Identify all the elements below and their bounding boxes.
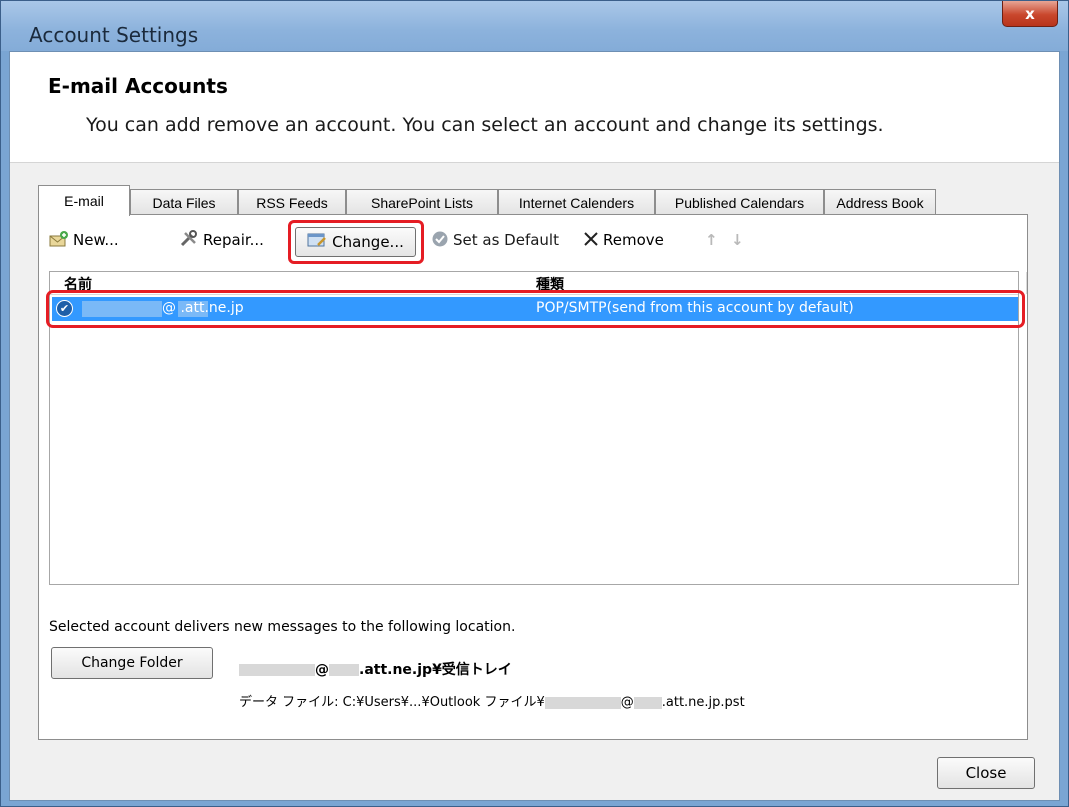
tab-address-book[interactable]: Address Book (824, 189, 936, 215)
delivery-location-label: Selected account delivers new messages t… (49, 619, 516, 635)
account-row[interactable]: ✔ @ .att.ne.jp POP/SMTP(send from this a… (52, 297, 1018, 321)
account-toolbar: New... Repair... Change... Set as Defaul… (39, 215, 1027, 264)
redacted-username (239, 664, 315, 676)
account-list[interactable]: 名前 種類 ✔ @ .att.ne.jp POP/SMTP(send from … (46, 271, 1027, 585)
column-header-name[interactable]: 名前 (64, 274, 92, 294)
default-account-check-icon: ✔ (56, 300, 73, 317)
column-divider (1026, 272, 1027, 294)
change-button-label: Change... (332, 233, 404, 251)
arrow-down-icon: ↓ (731, 231, 744, 249)
redacted-domain (633, 696, 662, 709)
new-button-label: New... (73, 231, 119, 249)
page-description: You can add remove an account. You can s… (86, 114, 884, 136)
tab-published-calendars[interactable]: Published Calendars (655, 189, 824, 215)
set-as-default-label: Set as Default (453, 231, 559, 249)
close-icon: x (1025, 4, 1035, 23)
data-file-path: データ ファイル: C:¥Users¥...¥Outlook ファイル¥ @ .at… (239, 691, 745, 710)
account-type: POP/SMTP(send from this account by defau… (536, 300, 854, 316)
move-down-button[interactable]: ↓ (731, 227, 744, 253)
delivery-folder-path: @ .att.ne.jp¥受信トレイ (239, 659, 512, 679)
column-header-type[interactable]: 種類 (536, 274, 564, 294)
change-folder-button[interactable]: Change Folder (51, 647, 213, 679)
dialog-client-area: E-mail Accounts You can add remove an ac… (9, 51, 1060, 801)
tab-rss-feeds[interactable]: RSS Feeds (238, 189, 346, 215)
set-as-default-button[interactable]: Set as Default (431, 227, 559, 253)
account-name: @ .att.ne.jp (162, 300, 244, 316)
dialog-header: E-mail Accounts You can add remove an ac… (10, 52, 1059, 163)
redacted-username (544, 696, 621, 709)
remove-x-icon (583, 231, 599, 250)
account-settings-window: Account Settings x E-mail Accounts You c… (0, 0, 1069, 807)
repair-button[interactable]: Repair... (179, 227, 264, 253)
data-file-prefix: データ ファイル: C:¥Users¥...¥Outlook ファイル¥ (239, 695, 545, 710)
tab-email[interactable]: E-mail (38, 185, 130, 216)
redacted-username (82, 301, 162, 317)
change-button[interactable]: Change... (295, 227, 416, 257)
title-bar[interactable]: Account Settings x (1, 1, 1068, 51)
arrow-up-icon: ↑ (705, 231, 718, 249)
repair-button-label: Repair... (203, 231, 264, 249)
data-file-at: @ (620, 695, 634, 710)
tab-data-files[interactable]: Data Files (130, 189, 238, 215)
default-check-icon (431, 230, 449, 251)
email-tab-panel: New... Repair... Change... Set as Defaul… (38, 214, 1028, 740)
page-title: E-mail Accounts (48, 74, 228, 98)
folder-path-rest: .att.ne.jp¥受信トレイ (359, 662, 512, 678)
close-button[interactable]: Close (937, 757, 1035, 789)
tab-internet-calendars[interactable]: Internet Calenders (498, 189, 655, 215)
repair-tools-icon (179, 229, 199, 251)
folder-path-at: @ (315, 662, 329, 678)
redacted-domain (329, 664, 359, 676)
tab-sharepoint-lists[interactable]: SharePoint Lists (346, 189, 498, 215)
move-up-button[interactable]: ↑ (705, 227, 718, 253)
list-header: 名前 種類 (50, 272, 1027, 295)
new-account-icon (49, 230, 69, 251)
change-settings-icon (307, 231, 327, 253)
new-button[interactable]: New... (49, 227, 119, 253)
window-close-button[interactable]: x (1002, 1, 1058, 27)
remove-button[interactable]: Remove (583, 227, 664, 253)
data-file-rest: .att.ne.jp.pst (661, 695, 745, 710)
remove-button-label: Remove (603, 231, 664, 249)
window-title: Account Settings (29, 23, 199, 47)
